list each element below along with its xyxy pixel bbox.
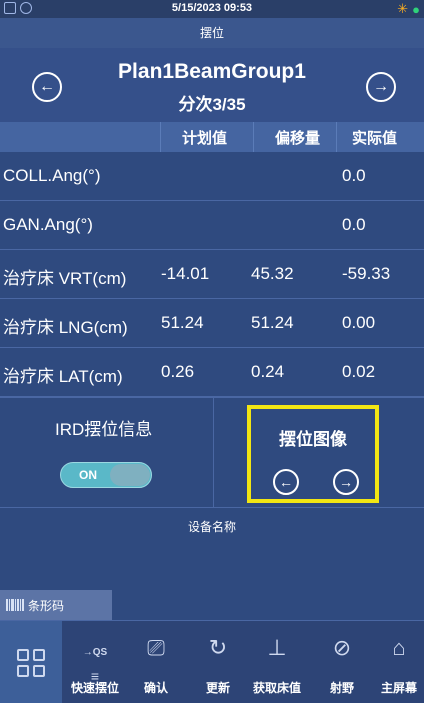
setup-image-box: 摆位图像 ← → xyxy=(247,405,379,503)
toggle-state: ON xyxy=(79,468,97,482)
quick-setup-button[interactable]: →QS ≡ 快速摆位 xyxy=(66,621,124,703)
actual-value: 0.0 xyxy=(342,215,366,234)
planned-value: 51.24 xyxy=(161,313,204,332)
sun-icon: ✳ xyxy=(397,1,409,16)
ird-label: IRD摆位信息 xyxy=(55,420,153,439)
tool-label: 快速摆位 xyxy=(70,681,119,695)
row-label: GAN.Ang(°) xyxy=(3,215,93,234)
plan-name: Plan1BeamGroup1 xyxy=(118,60,306,83)
actual-value: 0.02 xyxy=(342,362,376,381)
tool-label: 更新 xyxy=(205,681,230,695)
actual-value: -59.33 xyxy=(342,264,391,283)
row-label: 治疗床 VRT(cm) xyxy=(3,269,127,288)
status-datetime: 5/15/2023 09:53 xyxy=(171,2,253,14)
table-row: 治疗床 VRT(cm) -14.01 45.32 -59.33 xyxy=(0,250,424,299)
status-bar: 5/15/2023 09:53 ✳ ● xyxy=(0,0,424,18)
offset-value: 0.24 xyxy=(251,362,285,381)
offset-value: 51.24 xyxy=(251,313,294,332)
field-icon: ⊘ xyxy=(332,635,352,660)
arrow-right-icon: → xyxy=(373,78,389,95)
home-button[interactable]: ⌂ 主屏幕 xyxy=(370,621,424,703)
plan-header: ← Plan1BeamGroup1 分次3/35 → xyxy=(0,48,424,122)
refresh-icon: ↻ xyxy=(208,635,228,660)
confirm-button[interactable]: ⎚ 确认 xyxy=(127,621,185,703)
device-name-label: 设备名称 xyxy=(0,507,424,547)
get-couch-button[interactable]: ⊥ 获取床值 xyxy=(248,621,306,703)
home-icon: ⌂ xyxy=(392,635,406,660)
table-header: 计划值 偏移量 实际值 xyxy=(0,122,424,152)
row-label: 治疗床 LAT(cm) xyxy=(3,367,123,386)
table-row: 治疗床 LAT(cm) 0.26 0.24 0.02 xyxy=(0,348,424,397)
toggle-knob xyxy=(110,464,150,486)
fraction-label: 分次3/35 xyxy=(178,95,246,114)
planned-value: 0.26 xyxy=(161,362,195,381)
table-row: GAN.Ang(°) 0.0 xyxy=(0,201,424,250)
setup-panel: IRD摆位信息 ON 摆位图像 ← → xyxy=(0,397,424,508)
arrow-right-icon: → xyxy=(339,474,353,490)
user-icon: ● xyxy=(412,1,420,17)
bottom-toolbar: →QS ≡ 快速摆位 ⎚ 确认 ↻ 更新 ⊥ 获取床值 ⊘ 射野 ⌂ 主屏幕 xyxy=(0,620,424,703)
col-offset: 偏移量 xyxy=(275,130,321,147)
apps-button[interactable] xyxy=(0,621,62,703)
col-actual: 实际值 xyxy=(352,130,398,147)
planned-value: -14.01 xyxy=(161,264,210,283)
next-beam-button[interactable]: → xyxy=(366,72,396,102)
row-label: COLL.Ang(°) xyxy=(3,166,101,185)
grid-icon xyxy=(17,648,45,677)
ird-toggle[interactable]: ON xyxy=(60,462,152,488)
table-row: 治疗床 LNG(cm) 51.24 51.24 0.00 xyxy=(0,299,424,348)
confirm-icon: ⎚ xyxy=(147,635,165,660)
actual-value: 0.00 xyxy=(342,313,376,332)
tool-label: 确认 xyxy=(143,681,168,695)
barcode-label: 条形码 xyxy=(28,598,65,613)
position-table: COLL.Ang(°) 0.0 GAN.Ang(°) 0.0 治疗床 VRT(c… xyxy=(0,152,424,397)
prev-image-button[interactable]: ← xyxy=(273,469,299,495)
tool-label: 主屏幕 xyxy=(380,681,417,695)
next-image-button[interactable]: → xyxy=(333,469,359,495)
arrow-left-icon: ← xyxy=(279,474,293,490)
offset-value: 45.32 xyxy=(251,264,294,283)
col-planned: 计划值 xyxy=(182,130,228,147)
field-button[interactable]: ⊘ 射野 xyxy=(313,621,371,703)
barcode-button[interactable]: 条形码 xyxy=(0,590,112,620)
tool-label: 获取床值 xyxy=(252,681,301,695)
barcode-icon xyxy=(6,599,24,611)
row-label: 治疗床 LNG(cm) xyxy=(3,318,128,337)
table-row: COLL.Ang(°) 0.0 xyxy=(0,152,424,201)
couch-icon: ⊥ xyxy=(267,635,287,660)
page-title: 摆位 xyxy=(0,18,424,48)
tool-label: 射野 xyxy=(329,681,354,695)
refresh-button[interactable]: ↻ 更新 xyxy=(189,621,247,703)
setup-image-label: 摆位图像 xyxy=(279,430,347,449)
actual-value: 0.0 xyxy=(342,166,366,185)
